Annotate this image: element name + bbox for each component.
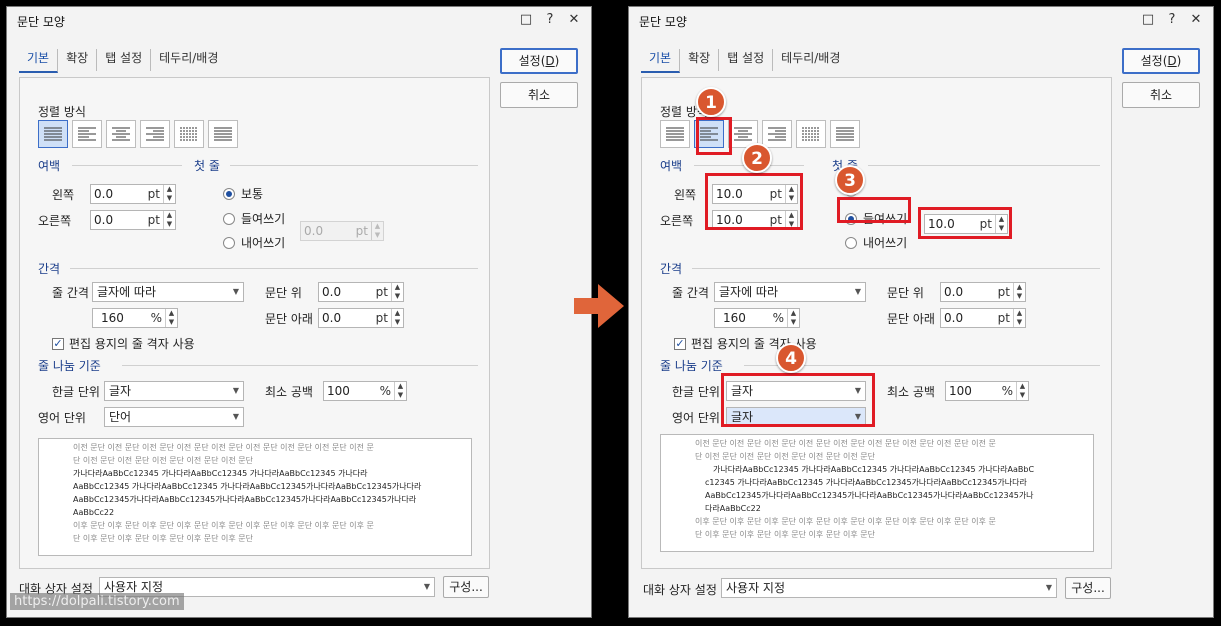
tab-tab-settings[interactable]: 탭 설정	[719, 49, 774, 71]
align-center-icon[interactable]	[106, 120, 136, 148]
justify-icon[interactable]	[38, 120, 68, 148]
close-icon[interactable]: ✕	[567, 12, 581, 27]
cancel-button[interactable]: 취소	[500, 82, 578, 108]
step-badge-4: 4	[776, 343, 806, 373]
highlight-break-units	[721, 373, 875, 427]
close-icon[interactable]: ✕	[1189, 12, 1203, 27]
step-badge-3: 3	[835, 165, 865, 195]
line-spacing-value-input[interactable]: 160% ▲ ▼	[714, 308, 800, 328]
min-space-input[interactable]: 100% ▲ ▼	[945, 381, 1029, 401]
margin-left-input[interactable]: 0.0 pt ▲ ▼	[90, 184, 176, 204]
step-badge-2: 2	[742, 143, 772, 173]
tab-border-bg[interactable]: 테두리/배경	[773, 49, 848, 71]
radio-outdent[interactable]: 내어쓰기	[223, 234, 285, 251]
radio-indent[interactable]: 들여쓰기	[223, 210, 285, 227]
align-left-icon[interactable]	[72, 120, 102, 148]
basic-panel: 정렬 방식 여백 첫 줄 왼쪽 0.0 pt ▲ ▼ 오른쪽 0.0 pt ▲ ▼ 보통 들…	[19, 77, 490, 569]
ok-button[interactable]: 설정(D)	[1122, 48, 1200, 74]
help-icon[interactable]: ?	[543, 12, 557, 27]
english-unit-select[interactable]: 단어 ▼	[104, 407, 244, 427]
dialog-title: 문단 모양	[639, 15, 687, 29]
tab-tab-settings[interactable]: 탭 설정	[97, 49, 152, 71]
tab-extend[interactable]: 확장	[58, 49, 98, 71]
min-space-label: 최소 공백	[265, 385, 313, 399]
dialog-setting-select[interactable]: 사용자 지정 ▼	[721, 578, 1057, 598]
help-box-icon[interactable]: □	[1141, 12, 1155, 27]
line-spacing-label: 줄 간격	[52, 286, 89, 300]
distribute-icon[interactable]	[796, 120, 826, 148]
highlight-indent-radio	[837, 197, 911, 223]
compose-button[interactable]: 구성...	[1065, 577, 1111, 599]
tab-basic[interactable]: 기본	[641, 49, 681, 73]
margin-left-label: 왼쪽	[52, 188, 75, 202]
line-spacing-type-select[interactable]: 글자에 따라 ▼	[714, 282, 866, 302]
para-above-input[interactable]: 0.0 pt ▲ ▼	[318, 282, 404, 302]
line-spacing-value-input[interactable]: 160% ▲ ▼	[92, 308, 178, 328]
margin-right-label: 오른쪽	[38, 214, 72, 228]
break-section: 줄 나눔 기준	[660, 359, 723, 373]
titlebar: 문단 모양 □ ? ✕	[629, 7, 1213, 34]
dialog-setting-label: 대화 상자 설정	[643, 583, 717, 597]
english-unit-label: 영어 단위	[672, 411, 720, 425]
compose-button[interactable]: 구성...	[443, 576, 489, 598]
step-badge-1: 1	[696, 87, 726, 117]
para-below-label: 문단 아래	[265, 312, 313, 326]
first-line-section: 첫 줄	[194, 159, 220, 173]
align-buttons	[38, 120, 238, 148]
tab-extend[interactable]: 확장	[680, 49, 720, 71]
tab-bar: 기본 확장 탭 설정 테두리/배경	[641, 49, 848, 73]
first-line-value-input[interactable]: 0.0 pt ▲ ▼	[300, 221, 384, 241]
line-spacing-type-select[interactable]: 글자에 따라 ▼	[92, 282, 244, 302]
dialog-title: 문단 모양	[17, 15, 65, 29]
margin-section: 여백	[38, 159, 61, 173]
min-space-label: 최소 공백	[887, 385, 935, 399]
para-above-label: 문단 위	[887, 286, 924, 300]
korean-unit-label: 한글 단위	[672, 385, 720, 399]
para-above-label: 문단 위	[265, 286, 302, 300]
para-below-input[interactable]: 0.0 pt ▲ ▼	[940, 308, 1026, 328]
tab-border-bg[interactable]: 테두리/배경	[151, 49, 226, 71]
help-icon[interactable]: ?	[1165, 12, 1179, 27]
divide-icon[interactable]	[830, 120, 860, 148]
para-below-input[interactable]: 0.0 pt ▲ ▼	[318, 308, 404, 328]
help-box-icon[interactable]: □	[519, 12, 533, 27]
tab-basic[interactable]: 기본	[19, 49, 59, 73]
preview-box: 이전 문단 이전 문단 이전 문단 이전 문단 이전 문단 이전 문단 이전 문…	[38, 438, 472, 556]
distribute-icon[interactable]	[174, 120, 204, 148]
highlight-first-line-value	[918, 207, 1012, 239]
highlight-margins	[705, 173, 803, 230]
margin-right-label: 오른쪽	[660, 214, 694, 228]
korean-unit-select[interactable]: 글자 ▼	[104, 381, 244, 401]
divide-icon[interactable]	[208, 120, 238, 148]
tab-bar: 기본 확장 탭 설정 테두리/배경	[19, 49, 226, 73]
english-unit-label: 영어 단위	[38, 411, 86, 425]
spacing-section: 간격	[660, 262, 683, 276]
titlebar: 문단 모양 □ ? ✕	[7, 7, 591, 34]
paragraph-dialog-before: 문단 모양 □ ? ✕ 기본 확장 탭 설정 테두리/배경 설정(D) 취소 정…	[6, 6, 592, 618]
radio-outdent[interactable]: 내어쓰기	[845, 234, 907, 251]
ok-button[interactable]: 설정(D)	[500, 48, 578, 74]
grid-checkbox[interactable]: ✓ 편집 용지의 줄 격자 사용	[52, 335, 195, 352]
justify-icon[interactable]	[660, 120, 690, 148]
radio-normal[interactable]: 보통	[223, 185, 263, 202]
preview-box: 이전 문단 이전 문단 이전 문단 이전 문단 이전 문단 이전 문단 이전 문…	[660, 434, 1094, 552]
spacing-section: 간격	[38, 262, 61, 276]
arrow-right-icon	[574, 284, 624, 328]
cancel-button[interactable]: 취소	[1122, 82, 1200, 108]
highlight-align-left	[696, 117, 732, 155]
margin-section: 여백	[660, 159, 683, 173]
watermark: https://dolpali.tistory.com	[10, 593, 184, 610]
break-section: 줄 나눔 기준	[38, 359, 101, 373]
para-above-input[interactable]: 0.0 pt ▲ ▼	[940, 282, 1026, 302]
margin-left-label: 왼쪽	[674, 188, 697, 202]
line-spacing-label: 줄 간격	[672, 286, 709, 300]
paragraph-dialog-after: 문단 모양 □ ? ✕ 기본 확장 탭 설정 테두리/배경 설정(D) 취소 정…	[628, 6, 1214, 618]
align-right-icon[interactable]	[762, 120, 792, 148]
korean-unit-label: 한글 단위	[52, 385, 100, 399]
margin-right-input[interactable]: 0.0 pt ▲ ▼	[90, 210, 176, 230]
align-label: 정렬 방식	[38, 105, 86, 119]
min-space-input[interactable]: 100% ▲ ▼	[323, 381, 407, 401]
align-right-icon[interactable]	[140, 120, 170, 148]
para-below-label: 문단 아래	[887, 312, 935, 326]
